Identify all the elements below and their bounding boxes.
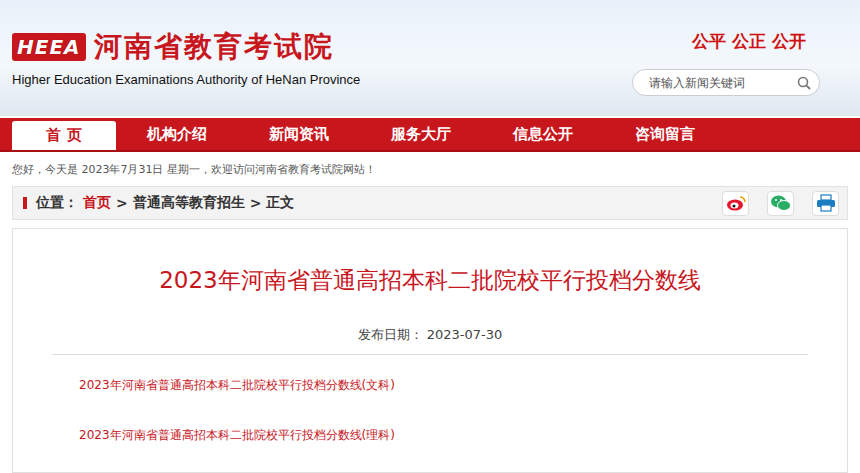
divider bbox=[52, 354, 808, 355]
breadcrumb-separator: > bbox=[250, 195, 262, 211]
page: HEEA 河南省教育考试院 Higher Education Examination… bbox=[0, 0, 860, 473]
wechat-icon[interactable] bbox=[770, 194, 792, 212]
weibo-button[interactable] bbox=[722, 191, 749, 216]
breadcrumb: 位置：首页>普通高等教育招生>正文 bbox=[23, 194, 294, 212]
publish-date: 发布日期： 2023-07-30 bbox=[358, 326, 503, 344]
welcome-text: 您好，今天是 2023年7月31日 星期一，欢迎访问河南省教育考试院网站！ bbox=[0, 152, 860, 186]
nav-bar: 首 页机构介绍新闻资讯服务大厅信息公开咨询留言 bbox=[0, 118, 860, 152]
breadcrumb-item: 正文 bbox=[266, 194, 294, 212]
wechat-button[interactable] bbox=[767, 191, 794, 216]
nav-item[interactable]: 机构介绍 bbox=[116, 118, 238, 150]
header-right: 公平 公正 公开 bbox=[632, 0, 820, 96]
logo-mark: HEEA bbox=[12, 33, 86, 61]
nav-item[interactable]: 新闻资讯 bbox=[238, 118, 360, 150]
share-buttons bbox=[722, 191, 839, 216]
attachment-link[interactable]: 2023年河南省普通高招本科二批院校平行投档分数线(文科) bbox=[79, 377, 847, 394]
breadcrumb-separator: > bbox=[116, 195, 128, 211]
print-button[interactable] bbox=[812, 191, 839, 216]
nav-item[interactable]: 信息公开 bbox=[482, 118, 604, 150]
weibo-icon[interactable] bbox=[726, 195, 746, 211]
breadcrumb-bar: 位置：首页>普通高等教育招生>正文 bbox=[12, 186, 848, 220]
print-icon[interactable] bbox=[816, 194, 836, 212]
breadcrumb-item: 普通高等教育招生 bbox=[133, 194, 245, 212]
brand: HEEA 河南省教育考试院 Higher Education Examination… bbox=[12, 0, 360, 87]
search-icon[interactable] bbox=[797, 76, 811, 90]
slogan: 公平 公正 公开 bbox=[692, 30, 820, 53]
article-title: 2023年河南省普通高招本科二批院校平行投档分数线 bbox=[159, 265, 701, 296]
search-box bbox=[632, 69, 820, 96]
attachment-link[interactable]: 2023年河南省普通高招本科二批院校平行投档分数线(理科) bbox=[79, 427, 847, 444]
nav-item[interactable]: 咨询留言 bbox=[604, 118, 726, 150]
site-subtitle: Higher Education Examinations Authority … bbox=[12, 72, 360, 87]
article: 2023年河南省普通高招本科二批院校平行投档分数线发布日期： 2023-07-3… bbox=[12, 228, 848, 473]
search-input[interactable] bbox=[647, 75, 791, 91]
site-title: 河南省教育考试院 bbox=[94, 28, 334, 66]
breadcrumb-item[interactable]: 首页 bbox=[83, 194, 111, 212]
attachment-list: 2023年河南省普通高招本科二批院校平行投档分数线(文科) 2023年河南省普通高… bbox=[13, 377, 847, 444]
brand-row: HEEA 河南省教育考试院 bbox=[12, 28, 360, 66]
nav-item[interactable]: 首 页 bbox=[12, 121, 116, 150]
header: HEEA 河南省教育考试院 Higher Education Examination… bbox=[0, 0, 860, 116]
nav-item[interactable]: 服务大厅 bbox=[360, 118, 482, 150]
breadcrumb-label: 位置： bbox=[36, 194, 78, 212]
breadcrumb-marker bbox=[23, 197, 27, 209]
